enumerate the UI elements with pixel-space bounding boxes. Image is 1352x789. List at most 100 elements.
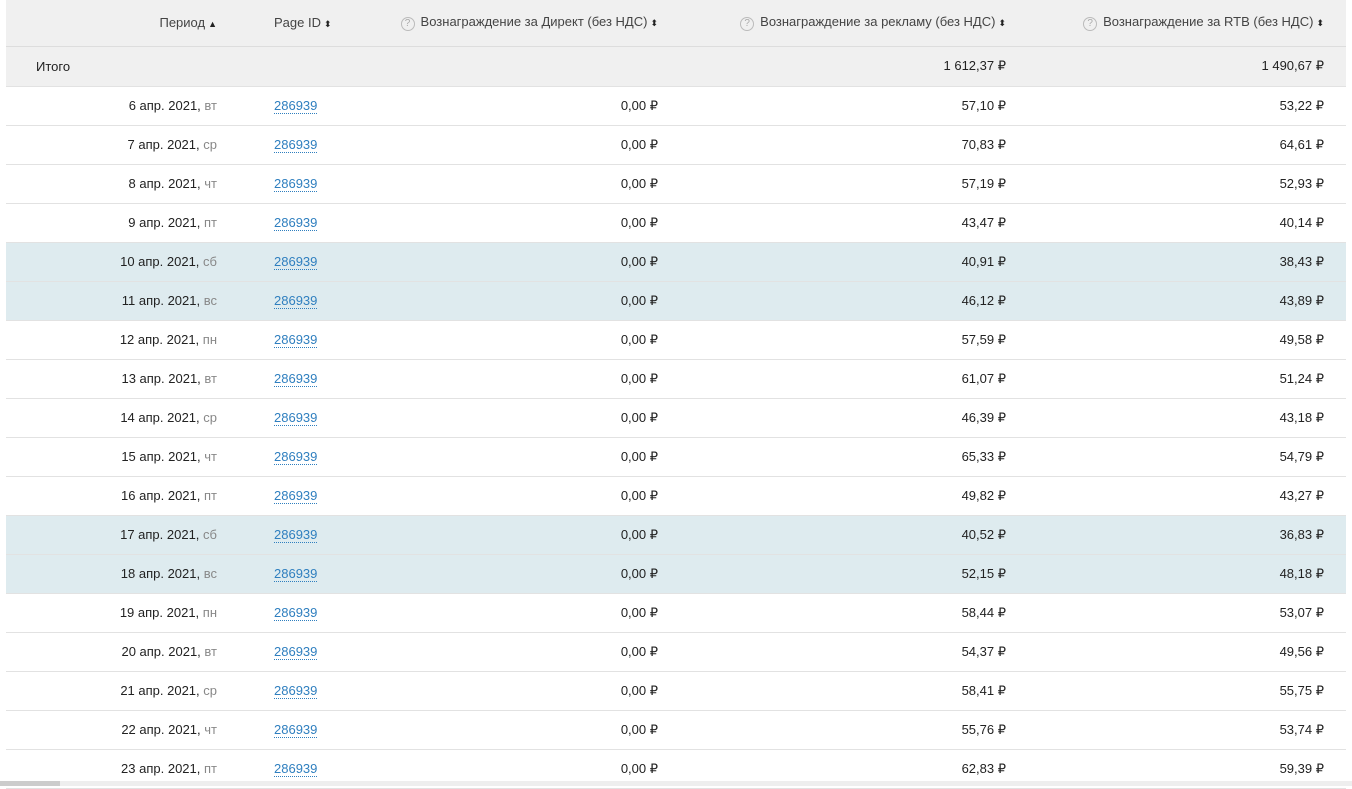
page-id-link[interactable]: 286939 — [274, 137, 318, 153]
weekday: вт — [204, 371, 217, 386]
direct-cell: 0,00 ₽ — [347, 398, 658, 438]
rtb-cell: 53,74 ₽ — [1006, 710, 1324, 750]
table-row: 20 апр. 2021, вт 286939 0,00 ₽ 54,37 ₽ 4… — [6, 632, 1346, 672]
period-cell: 7 апр. 2021, ср — [6, 125, 217, 165]
ads-cell: 46,12 ₽ — [658, 281, 1006, 321]
page-id-cell: 286939 — [217, 515, 347, 555]
weekday: ср — [203, 137, 217, 152]
period-cell: 14 апр. 2021, ср — [6, 398, 217, 438]
page-id-link[interactable]: 286939 — [274, 644, 318, 660]
page-id-cell: 286939 — [217, 671, 347, 711]
column-period[interactable]: Период ▲ — [6, 0, 217, 47]
horizontal-scrollbar[interactable] — [0, 781, 1352, 786]
sort-asc-icon[interactable]: ▲ — [208, 19, 217, 29]
weekday: вт — [204, 644, 217, 659]
ads-cell: 43,47 ₽ — [658, 203, 1006, 243]
table-row: 16 апр. 2021, пт 286939 0,00 ₽ 49,82 ₽ 4… — [6, 476, 1346, 516]
page-id-link[interactable]: 286939 — [274, 527, 318, 543]
sort-icon[interactable]: ⬍ — [324, 19, 332, 29]
direct-cell: 0,00 ₽ — [347, 437, 658, 477]
page-id-cell: 286939 — [217, 359, 347, 399]
column-rtb[interactable]: ? Вознаграждение за RTB (без НДС) ⬍ — [1006, 0, 1324, 47]
page-id-link[interactable]: 286939 — [274, 215, 318, 231]
period-cell: 16 апр. 2021, пт — [6, 476, 217, 516]
ads-cell: 57,19 ₽ — [658, 164, 1006, 204]
page-id-link[interactable]: 286939 — [274, 332, 318, 348]
page-id-link[interactable]: 286939 — [274, 761, 318, 777]
rtb-cell: 53,07 ₽ — [1006, 593, 1324, 633]
table-row: 15 апр. 2021, чт 286939 0,00 ₽ 65,33 ₽ 5… — [6, 437, 1346, 477]
page-id-cell: 286939 — [217, 320, 347, 360]
weekday: чт — [204, 176, 217, 191]
ads-cell: 54,37 ₽ — [658, 632, 1006, 672]
page-id-link[interactable]: 286939 — [274, 293, 318, 309]
page-id-link[interactable]: 286939 — [274, 488, 318, 504]
page-id-link[interactable]: 286939 — [274, 98, 318, 114]
page-id-cell: 286939 — [217, 476, 347, 516]
direct-cell: 0,00 ₽ — [347, 359, 658, 399]
direct-cell: 0,00 ₽ — [347, 671, 658, 711]
period-cell: 15 апр. 2021, чт — [6, 437, 217, 477]
table-row: 6 апр. 2021, вт 286939 0,00 ₽ 57,10 ₽ 53… — [6, 86, 1346, 126]
page-id-link[interactable]: 286939 — [274, 449, 318, 465]
weekday: ср — [203, 410, 217, 425]
page-id-link[interactable]: 286939 — [274, 410, 318, 426]
page-id-link[interactable]: 286939 — [274, 605, 318, 621]
column-direct[interactable]: ? Вознаграждение за Директ (без НДС) ⬍ — [347, 0, 658, 47]
rtb-cell: 40,14 ₽ — [1006, 203, 1324, 243]
page-id-link[interactable]: 286939 — [274, 566, 318, 582]
weekday: пт — [204, 215, 217, 230]
column-ads[interactable]: ? Вознаграждение за рекламу (без НДС) ⬍ — [658, 0, 1006, 47]
table-row: 17 апр. 2021, сб 286939 0,00 ₽ 40,52 ₽ 3… — [6, 515, 1346, 555]
page-id-link[interactable]: 286939 — [274, 176, 318, 192]
weekday: сб — [203, 254, 217, 269]
help-icon[interactable]: ? — [400, 17, 415, 32]
page-id-cell: 286939 — [217, 125, 347, 165]
help-icon[interactable]: ? — [1083, 17, 1098, 32]
column-page-id[interactable]: Page ID ⬍ — [217, 0, 347, 47]
page-id-link[interactable]: 286939 — [274, 254, 318, 270]
direct-cell: 0,00 ₽ — [347, 86, 658, 126]
header-row: Период ▲ Page ID ⬍ ? Вознаграждение за Дире… — [6, 0, 1346, 47]
rtb-cell: 43,27 ₽ — [1006, 476, 1324, 516]
period-cell: 18 апр. 2021, вс — [6, 554, 217, 594]
rtb-cell: 43,18 ₽ — [1006, 398, 1324, 438]
page-id-cell: 286939 — [217, 632, 347, 672]
rtb-cell: 51,24 ₽ — [1006, 359, 1324, 399]
table-row: 22 апр. 2021, чт 286939 0,00 ₽ 55,76 ₽ 5… — [6, 710, 1346, 750]
page-id-link[interactable]: 286939 — [274, 371, 318, 387]
period-cell: 22 апр. 2021, чт — [6, 710, 217, 750]
rtb-cell: 48,18 ₽ — [1006, 554, 1324, 594]
page-id-cell: 286939 — [217, 164, 347, 204]
direct-cell: 0,00 ₽ — [347, 281, 658, 321]
weekday: вс — [203, 293, 217, 308]
table-row: 14 апр. 2021, ср 286939 0,00 ₽ 46,39 ₽ 4… — [6, 398, 1346, 438]
page-id-cell: 286939 — [217, 710, 347, 750]
rtb-cell: 49,58 ₽ — [1006, 320, 1324, 360]
page-id-link[interactable]: 286939 — [274, 722, 318, 738]
ads-cell: 40,91 ₽ — [658, 242, 1006, 282]
direct-cell: 0,00 ₽ — [347, 515, 658, 555]
scrollbar-thumb[interactable] — [0, 781, 60, 786]
ads-cell: 61,07 ₽ — [658, 359, 1006, 399]
page-id-link[interactable]: 286939 — [274, 683, 318, 699]
weekday: сб — [203, 527, 217, 542]
period-cell: 17 апр. 2021, сб — [6, 515, 217, 555]
period-cell: 10 апр. 2021, сб — [6, 242, 217, 282]
period-cell: 19 апр. 2021, пн — [6, 593, 217, 633]
sort-icon[interactable]: ⬍ — [998, 18, 1006, 28]
table-row: 13 апр. 2021, вт 286939 0,00 ₽ 61,07 ₽ 5… — [6, 359, 1346, 399]
sort-icon[interactable]: ⬍ — [650, 18, 658, 28]
page-id-cell: 286939 — [217, 398, 347, 438]
ads-cell: 40,52 ₽ — [658, 515, 1006, 555]
table-row: 10 апр. 2021, сб 286939 0,00 ₽ 40,91 ₽ 3… — [6, 242, 1346, 282]
table-row: 9 апр. 2021, пт 286939 0,00 ₽ 43,47 ₽ 40… — [6, 203, 1346, 243]
ads-cell: 57,59 ₽ — [658, 320, 1006, 360]
total-rtb: 1 490,67 ₽ — [1006, 46, 1324, 87]
period-cell: 6 апр. 2021, вт — [6, 86, 217, 126]
help-icon[interactable]: ? — [740, 17, 755, 32]
ads-cell: 49,82 ₽ — [658, 476, 1006, 516]
sort-icon[interactable]: ⬍ — [1316, 18, 1324, 28]
direct-cell: 0,00 ₽ — [347, 203, 658, 243]
weekday: пт — [204, 488, 217, 503]
